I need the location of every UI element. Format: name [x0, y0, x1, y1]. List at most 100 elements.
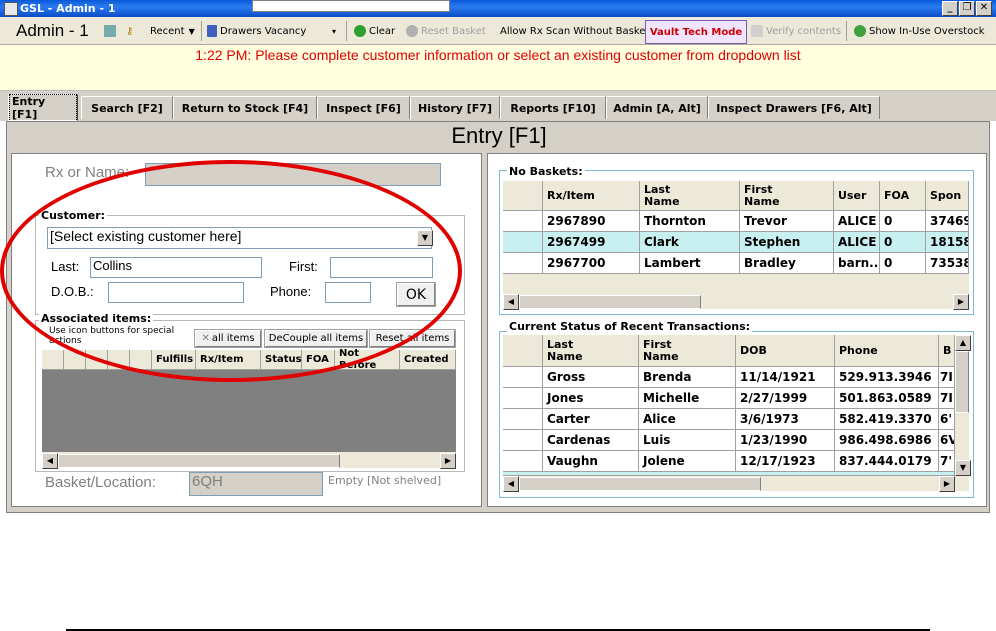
column-header[interactable]: Last Name	[543, 335, 639, 367]
allow-scan-button[interactable]: Allow Rx Scan Without Basket	[500, 17, 649, 45]
minimize-icon[interactable]: _	[942, 1, 958, 16]
column-header[interactable]: Last Name	[640, 181, 740, 211]
column-header[interactable]: Spon	[926, 181, 969, 211]
tab-history[interactable]: History [F7]	[410, 96, 500, 119]
column-header[interactable]: B	[939, 335, 955, 367]
title-search-field[interactable]	[252, 0, 450, 12]
tab-admin[interactable]: Admin [A, Alt]	[606, 96, 708, 119]
scroll-up-icon[interactable]: ▲	[955, 335, 971, 351]
recent-transactions-grid[interactable]: Last Name First Name DOB Phone B Gross B…	[503, 335, 971, 492]
table-cell: Jolene	[639, 451, 736, 472]
table-cell: Lambert	[640, 253, 740, 274]
horizontal-scrollbar[interactable]: ◀ ▶	[503, 476, 969, 492]
scrollbar-thumb[interactable]	[519, 477, 761, 491]
table-cell: Stephen	[740, 232, 834, 253]
no-baskets-grid[interactable]: Rx/Item Last Name First Name User FOA Sp…	[503, 181, 969, 310]
table-cell: 12/17/1923	[736, 451, 835, 472]
horizontal-scrollbar[interactable]: ◀ ▶	[42, 452, 456, 469]
key-icon[interactable]: ⚷	[126, 17, 133, 45]
scroll-left-icon[interactable]: ◀	[42, 453, 58, 469]
scrollbar-thumb[interactable]	[58, 454, 340, 468]
recent-dropdown[interactable]: Recent ▼	[150, 17, 195, 45]
calendar-icon[interactable]	[104, 17, 119, 45]
scroll-left-icon[interactable]: ◀	[503, 476, 519, 492]
column-header[interactable]: FOA	[880, 181, 926, 211]
table-cell: barn...	[834, 253, 880, 274]
verify-icon	[751, 25, 763, 37]
verify-label: Verify contents	[766, 25, 842, 37]
tab-inspect[interactable]: Inspect [F6]	[317, 96, 410, 119]
allow-scan-label: Allow Rx Scan Without Basket	[500, 25, 650, 37]
vertical-scrollbar[interactable]: ▲ ▼	[955, 335, 971, 476]
table-cell: ALICE	[834, 232, 880, 253]
tab-label: Entry [F1]	[9, 93, 77, 122]
table-cell: 2967499	[543, 232, 640, 253]
table-cell: 986.498.6986	[835, 430, 939, 451]
annotation-ellipse	[0, 160, 462, 382]
table-cell: 837.444.0179	[835, 451, 939, 472]
reset-basket-button[interactable]: Reset Basket	[406, 17, 486, 45]
show-overstock-label: Show In-Use Overstock	[869, 25, 985, 37]
basket-location-input[interactable]: 6QH	[189, 472, 323, 496]
scroll-right-icon[interactable]: ▶	[440, 453, 456, 469]
tab-return-to-stock[interactable]: Return to Stock [F4]	[173, 96, 317, 119]
reset-icon	[406, 25, 418, 37]
verify-contents-button[interactable]: Verify contents	[751, 17, 841, 45]
table-cell: 6V	[939, 430, 955, 451]
table-cell: Michelle	[639, 388, 736, 409]
table-cell: 11/14/1921	[736, 367, 835, 388]
scroll-right-icon[interactable]: ▶	[953, 294, 969, 310]
column-header[interactable]: First Name	[740, 181, 834, 211]
table-cell: Carter	[543, 409, 639, 430]
vault-tech-mode-button[interactable]: Vault Tech Mode	[645, 20, 747, 44]
drawers-vacancy-label: Drawers Vacancy	[220, 25, 307, 37]
basket-status: Empty [Not shelved]	[328, 474, 442, 487]
recent-label: Recent	[150, 25, 185, 37]
table-cell: 2967700	[543, 253, 640, 274]
horizontal-scrollbar[interactable]: ◀ ▶	[503, 293, 969, 310]
clear-label: Clear	[369, 25, 396, 37]
table-cell: Jones	[543, 388, 639, 409]
scroll-down-icon[interactable]: ▼	[955, 460, 971, 476]
chevron-down-icon: ▼	[188, 26, 195, 36]
tab-entry[interactable]: Entry [F1]	[8, 93, 78, 122]
column-header[interactable]: Created	[400, 350, 456, 370]
restore-icon[interactable]: ❐	[959, 1, 975, 16]
show-overstock-button[interactable]: Show In-Use Overstock	[854, 17, 985, 45]
clear-button[interactable]: Clear	[354, 17, 395, 45]
app-icon	[4, 2, 18, 16]
column-header[interactable]: Phone	[835, 335, 939, 367]
table-cell: 0	[880, 232, 926, 253]
recent-transactions-title: Current Status of Recent Transactions:	[507, 320, 753, 333]
table-cell: 501.863.0589	[835, 388, 939, 409]
table-cell: Thornton	[640, 211, 740, 232]
drawers-vacancy-button[interactable]: Drawers Vacancy	[207, 17, 306, 45]
clear-icon	[354, 25, 366, 37]
close-icon[interactable]: ✕	[976, 1, 992, 16]
table-cell: Vaughn	[543, 451, 639, 472]
column-header[interactable]: Rx/Item	[543, 181, 640, 211]
scroll-left-icon[interactable]: ◀	[503, 294, 519, 310]
table-cell: 2967890	[543, 211, 640, 232]
message-bar: 1:22 PM: Please complete customer inform…	[0, 45, 996, 91]
user-label: Admin - 1	[16, 21, 89, 40]
column-header[interactable]: DOB	[736, 335, 835, 367]
table-cell: 1/23/1990	[736, 430, 835, 451]
tab-inspect-drawers[interactable]: Inspect Drawers [F6, Alt]	[708, 96, 880, 119]
table-cell: 18158	[926, 232, 969, 253]
column-header[interactable]: User	[834, 181, 880, 211]
toolbar-overflow-icon[interactable]: ▾	[332, 17, 336, 45]
table-cell: 6'	[939, 409, 955, 430]
table-cell: Clark	[640, 232, 740, 253]
chart-icon	[207, 25, 217, 37]
scroll-right-icon[interactable]: ▶	[939, 476, 955, 492]
scrollbar-thumb[interactable]	[955, 351, 969, 413]
tab-search[interactable]: Search [F2]	[81, 96, 173, 119]
basket-location-label: Basket/Location:	[45, 474, 156, 491]
table-cell: Brenda	[639, 367, 736, 388]
scrollbar-thumb[interactable]	[519, 295, 701, 309]
tab-reports[interactable]: Reports [F10]	[500, 96, 606, 119]
table-cell: 3/6/1973	[736, 409, 835, 430]
column-header[interactable]: First Name	[639, 335, 736, 367]
table-cell: 7I	[939, 388, 955, 409]
